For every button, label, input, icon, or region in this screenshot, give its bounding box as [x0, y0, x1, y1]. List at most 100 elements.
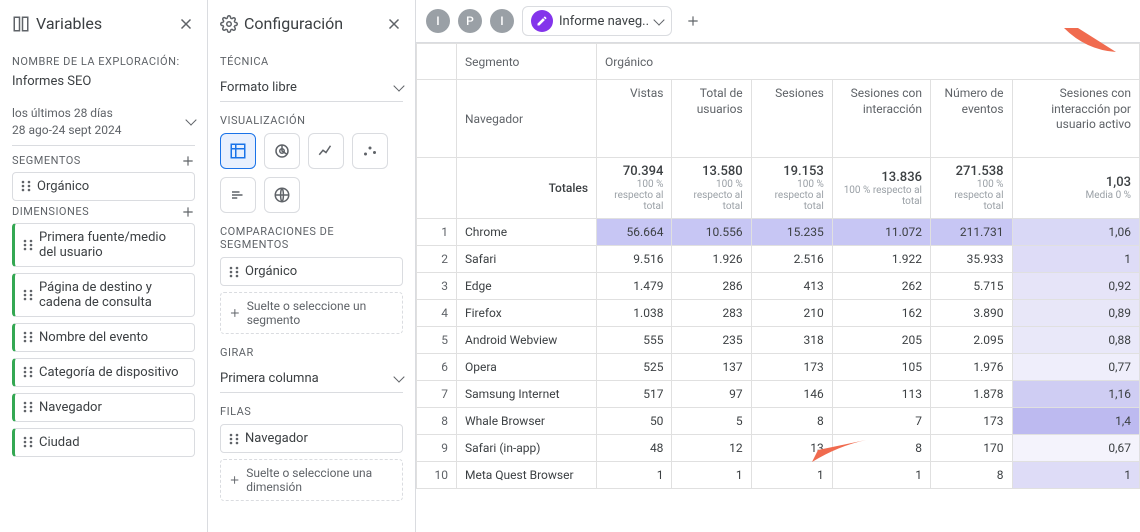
metric-cell: 173 [930, 408, 1012, 435]
metric-header[interactable]: Sesiones [751, 80, 832, 158]
segment-comparisons-label: COMPARACIONES DE SEGMENTOS [220, 225, 403, 251]
metric-header[interactable]: Total de usuarios [672, 80, 751, 158]
vis-table-button[interactable] [220, 133, 256, 169]
metric-cell: 0,88 [1012, 327, 1139, 354]
browser-cell: Android Webview [457, 327, 597, 354]
table-row[interactable]: 5Android Webview5552353182052.0950,88 [417, 327, 1140, 354]
dimension-chip[interactable]: Primera fuente/medio del usuario [12, 223, 195, 267]
tab-circle[interactable]: I [490, 9, 514, 33]
metric-cell: 56.664 [597, 219, 672, 246]
add-tab-button[interactable] [686, 14, 700, 28]
segment-drop-hint: Suelte o seleccione un segmento [247, 299, 394, 327]
metric-cell: 1.926 [672, 246, 751, 273]
browser-cell: Opera [457, 354, 597, 381]
tab-active[interactable]: Informe naveg.. [522, 6, 672, 36]
gear-icon [220, 15, 238, 33]
pivot-selector[interactable]: Primera columna [220, 365, 403, 393]
grip-icon [229, 266, 239, 278]
metric-cell: 1 [1012, 246, 1139, 273]
vis-bar-button[interactable] [220, 177, 256, 213]
tab-bar: I P I Informe naveg.. [416, 0, 1140, 43]
metric-cell: 5.715 [930, 273, 1012, 300]
metric-cell: 1,06 [1012, 219, 1139, 246]
grip-icon [23, 239, 33, 251]
metric-cell: 113 [832, 381, 930, 408]
browser-cell: Meta Quest Browser [457, 462, 597, 489]
tab-circle[interactable]: I [426, 9, 450, 33]
segment-comparison-chip[interactable]: Orgánico [220, 257, 403, 286]
metric-cell: 262 [832, 273, 930, 300]
row-dropzone[interactable]: Suelte o seleccione una dimensión [220, 459, 403, 501]
table-row[interactable]: 2Safari9.5161.9262.5161.92235.9331 [417, 246, 1140, 273]
metric-cell: 1.479 [597, 273, 672, 300]
browser-cell: Firefox [457, 300, 597, 327]
metric-cell: 97 [672, 381, 751, 408]
metric-header[interactable]: Sesiones con interacción por usuario act… [1012, 80, 1139, 158]
dimension-chip[interactable]: Categoría de dispositivo [12, 358, 195, 387]
row-index: 5 [417, 327, 457, 354]
close-icon[interactable] [177, 15, 195, 33]
metric-cell: 48 [597, 435, 672, 462]
dimension-chip[interactable]: Nombre del evento [12, 323, 195, 352]
browser-cell: Whale Browser [457, 408, 597, 435]
dimension-chip[interactable]: Ciudad [12, 428, 195, 457]
add-segment-button[interactable] [181, 154, 195, 168]
metric-header[interactable]: Sesiones con interacción [832, 80, 930, 158]
plus-icon [229, 306, 241, 320]
vis-geo-button[interactable] [264, 177, 300, 213]
metric-cell: 1.038 [597, 300, 672, 327]
pivot-value: Primera columna [220, 371, 319, 386]
metric-header[interactable]: Vistas [597, 80, 672, 158]
dimension-chip[interactable]: Página de destino y cadena de consulta [12, 273, 195, 317]
metric-cell: 173 [751, 354, 832, 381]
row-chip[interactable]: Navegador [220, 424, 403, 453]
date-range-selector[interactable]: los últimos 28 días 28 ago-24 sept 2024 [12, 99, 195, 146]
row-drop-hint: Suelte o seleccione una dimensión [246, 466, 394, 494]
browser-cell: Safari [457, 246, 597, 273]
close-icon[interactable] [385, 15, 403, 33]
segment-chip[interactable]: Orgánico [12, 172, 195, 201]
main-area: I P I Informe naveg.. Segmento Orgánico [416, 0, 1140, 532]
metric-cell: 162 [832, 300, 930, 327]
row-index: 9 [417, 435, 457, 462]
metric-cell: 8 [751, 408, 832, 435]
metric-cell: 205 [832, 327, 930, 354]
metric-cell: 0,77 [1012, 354, 1139, 381]
table-row[interactable]: 9Safari (in-app)48121381700,67 [417, 435, 1140, 462]
browser-cell: Samsung Internet [457, 381, 597, 408]
metric-cell: 517 [597, 381, 672, 408]
row-index: 4 [417, 300, 457, 327]
metric-header[interactable]: Número de eventos [930, 80, 1012, 158]
metric-cell: 35.933 [930, 246, 1012, 273]
table-row[interactable]: 10Meta Quest Browser111181 [417, 462, 1140, 489]
technique-label: TÉCNICA [220, 55, 403, 68]
grip-icon [23, 289, 33, 301]
metric-cell: 211.731 [930, 219, 1012, 246]
row-index: 10 [417, 462, 457, 489]
table-row[interactable]: 8Whale Browser505871731,4 [417, 408, 1140, 435]
table-row[interactable]: 3Edge1.4792864132625.7150,92 [417, 273, 1140, 300]
dimension-chip-label: Primera fuente/medio del usuario [39, 230, 186, 260]
metric-cell: 1,4 [1012, 408, 1139, 435]
vis-donut-button[interactable] [264, 133, 300, 169]
visualization-label: VISUALIZACIÓN [220, 114, 403, 127]
metric-cell: 50 [597, 408, 672, 435]
vis-scatter-button[interactable] [352, 133, 388, 169]
table-row[interactable]: 1Chrome56.66410.55615.23511.072211.7311,… [417, 219, 1140, 246]
table-row[interactable]: 7Samsung Internet517971461131.8781,16 [417, 381, 1140, 408]
dimension-chip[interactable]: Navegador [12, 393, 195, 422]
technique-selector[interactable]: Formato libre [220, 74, 403, 102]
metric-cell: 12 [672, 435, 751, 462]
table-row[interactable]: 6Opera5251371731051.9760,77 [417, 354, 1140, 381]
rows-label: FILAS [220, 405, 403, 418]
metric-cell: 0,89 [1012, 300, 1139, 327]
add-dimension-button[interactable] [181, 205, 195, 219]
metric-cell: 525 [597, 354, 672, 381]
vis-line-button[interactable] [308, 133, 344, 169]
table-row[interactable]: 4Firefox1.0382832101623.8900,89 [417, 300, 1140, 327]
segment-comparison-dropzone[interactable]: Suelte o seleccione un segmento [220, 292, 403, 334]
tab-circle[interactable]: P [458, 9, 482, 33]
table-scroll[interactable]: Segmento Orgánico Navegador Vistas Total… [416, 43, 1140, 532]
metric-cell: 283 [672, 300, 751, 327]
exploration-name: Informes SEO [12, 74, 195, 89]
